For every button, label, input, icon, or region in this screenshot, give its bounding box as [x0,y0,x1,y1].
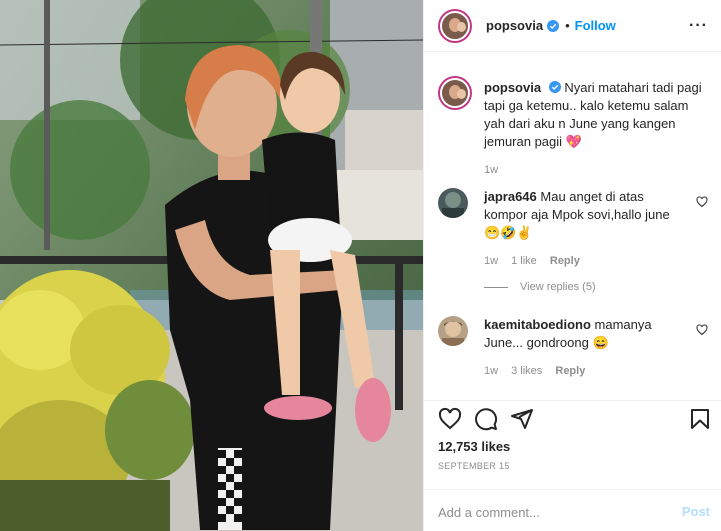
avatar-image [440,10,470,41]
comment-time[interactable]: 1w [484,365,498,377]
heart-icon[interactable] [438,407,462,431]
avatar-face-child [457,89,466,99]
author-avatar[interactable] [438,8,472,43]
verified-badge-icon [547,19,560,32]
commenter-username[interactable]: kaemitaboediono [484,317,591,332]
caption-username[interactable]: popsovia [484,80,541,95]
commenter-avatar-image [438,316,468,346]
comment-heart-icon[interactable] [696,324,708,336]
author-username[interactable]: popsovia [486,18,543,33]
comment-icon[interactable] [474,407,498,431]
bookmark-icon[interactable] [688,407,712,431]
caption-meta: 1w [484,161,704,179]
comment: kaemitaboediono mamanya June... gondroon… [438,316,708,377]
verified-badge-icon [548,81,561,93]
comment-meta: 1w 3 likes Reply [484,362,684,380]
comment-like-count[interactable]: 1 like [511,255,537,267]
post-header: popsovia • Follow ··· [424,0,721,52]
share-icon[interactable] [510,407,534,431]
caption-avatar[interactable] [438,76,472,110]
comment-heart-icon[interactable] [696,196,708,208]
post-date[interactable]: SEPTEMBER 15 [438,461,510,471]
caption: popsovia Nyari matahari tadi pagi tapi g… [438,76,708,206]
post-panel: popsovia • Follow ··· popsovia Nyari mat… [423,0,721,531]
comment-like-count[interactable]: 3 likes [511,365,542,377]
likes-count[interactable]: 12,753 likes [438,439,510,454]
avatar-face-child [457,21,466,32]
caption-text: popsovia Nyari matahari tadi pagi tapi g… [484,79,704,179]
caption-time[interactable]: 1w [484,164,498,176]
reply-button[interactable]: Reply [555,365,585,377]
comment: japra646 Mau anget di atas kompor aja Mp… [438,188,708,268]
commenter-avatar[interactable] [438,188,468,218]
separator-dot: • [565,18,570,33]
comments-section[interactable]: popsovia Nyari matahari tadi pagi tapi g… [424,52,721,400]
follow-button[interactable]: Follow [575,18,616,33]
comment-time[interactable]: 1w [484,255,498,267]
post-actions: 12,753 likes SEPTEMBER 15 Post [424,400,721,531]
commenter-avatar[interactable] [438,316,468,346]
avatar-image [440,78,470,108]
comment-emoji: 😁🤣✌ [484,225,533,240]
commenter-avatar-image [438,188,468,218]
comment-emoji: 😄 [592,335,609,350]
reply-button[interactable]: Reply [550,255,580,267]
post-image [0,0,423,531]
add-comment-bar: Post [424,489,721,531]
commenter-username[interactable]: japra646 [484,189,537,204]
comment-text: kaemitaboediono mamanya June... gondroon… [484,316,684,380]
post-photo[interactable] [0,0,423,531]
comment-text: japra646 Mau anget di atas kompor aja Mp… [484,188,684,270]
post-comment-button[interactable]: Post [682,504,710,519]
replies-line [484,286,508,288]
view-replies-label: View replies (5) [520,281,596,293]
comment-input[interactable] [438,502,658,522]
heart-emoji: 💖 [565,134,582,149]
comment-meta: 1w 1 like Reply [484,252,684,270]
view-replies-button[interactable]: View replies (5) [484,281,596,293]
more-options-button[interactable]: ··· [689,18,708,34]
